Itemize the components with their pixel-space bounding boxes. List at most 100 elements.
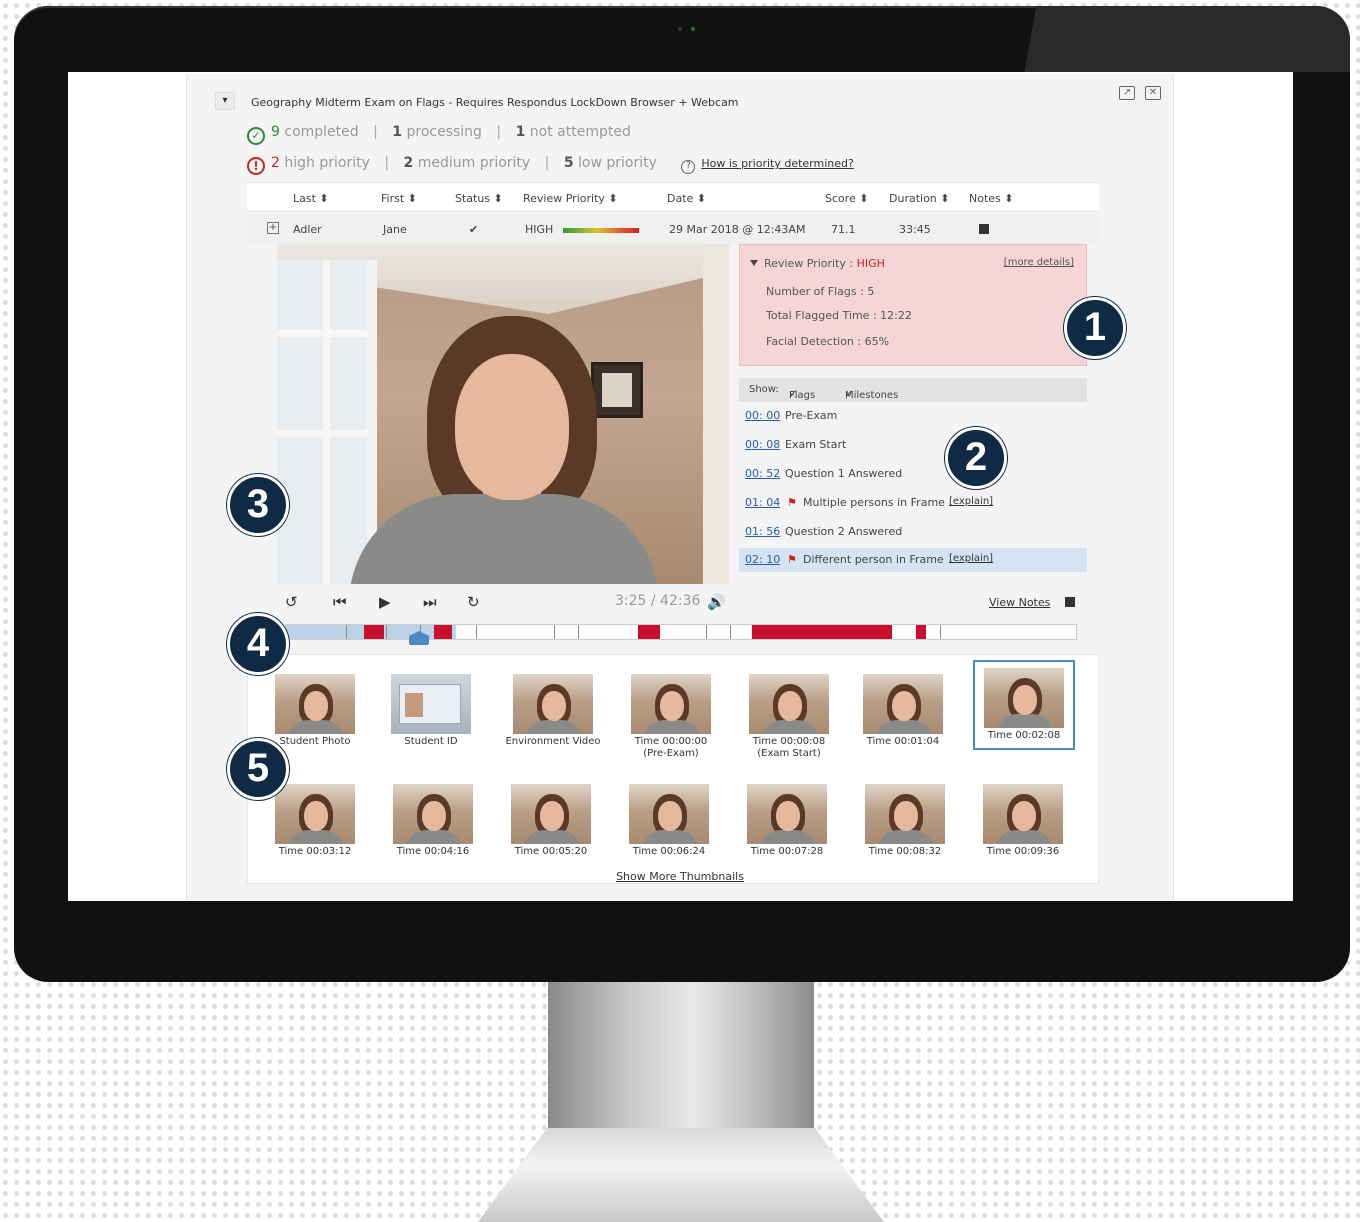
col-last[interactable]: Last ⬍ [293, 192, 329, 205]
cell-duration: 33:45 [899, 223, 931, 236]
event-time-link[interactable]: 00: 08 [745, 438, 780, 451]
low-priority-label: low priority [578, 155, 657, 171]
close-icon[interactable]: ✕ [1145, 86, 1161, 100]
completed-count: 9 [271, 124, 280, 140]
col-notes[interactable]: Notes ⬍ [969, 192, 1013, 205]
skip-back-icon[interactable]: ⏮ [333, 593, 347, 611]
callout-badge-5: 5 [227, 738, 289, 800]
thumbnail-time[interactable]: Time 00:08:32 [847, 784, 963, 858]
event-item[interactable]: 01: 56 Question 2 Answered [739, 520, 1087, 544]
callout-badge-4: 4 [227, 613, 289, 675]
col-review-priority[interactable]: Review Priority ⬍ [523, 192, 618, 205]
flag-segment[interactable] [364, 625, 384, 639]
thumbnail-label: Time 00:04:16 [396, 846, 470, 857]
proctoring-panel: ▾ Geography Midterm Exam on Flags - Requ… [186, 74, 1174, 901]
thumbnail-time[interactable]: Time 00:05:20 [493, 784, 609, 858]
priority-gradient-bar [563, 228, 639, 233]
event-item-active[interactable]: 02: 10 ⚑ Different person in Frame [expl… [739, 548, 1087, 572]
thumbnail-time[interactable]: Time 00:04:16 [375, 784, 491, 858]
event-label: Exam Start [785, 438, 847, 451]
flag-segment[interactable] [434, 625, 452, 639]
table-row[interactable]: + Adler Jane ✔ HIGH 29 Mar 2018 @ 12:43A… [247, 214, 1099, 244]
volume-icon[interactable]: 🔊 [707, 593, 726, 611]
id-card-icon [399, 684, 461, 724]
callout-badge-2: 2 [945, 427, 1007, 489]
forward-icon[interactable]: ↻ [467, 593, 480, 611]
processing-count: 1 [392, 124, 403, 140]
thumbnail-label: Environment Video [505, 736, 601, 747]
thumbnail-label: Time 00:00:08 [752, 736, 826, 747]
red-flag-icon: ⚑ [787, 553, 797, 566]
view-notes-link[interactable]: View Notes [989, 596, 1050, 609]
event-item[interactable]: 00: 52 Question 1 Answered [739, 462, 1087, 486]
collapse-triangle-icon[interactable] [750, 260, 758, 266]
not-attempted-label: not attempted [529, 124, 631, 140]
expand-row-icon[interactable]: + [267, 222, 279, 234]
thumbnail-pre-exam[interactable]: Time 00:00:00 (Pre-Exam) [613, 674, 729, 760]
status-summary: ✓ 9 completed | 1 processing | 1 not atte… [247, 124, 631, 145]
timeline-scrubber[interactable] [285, 624, 1077, 645]
flags-checkbox-label: Flags [789, 390, 816, 401]
event-time-link[interactable]: 02: 10 [745, 553, 780, 566]
popout-icon[interactable]: ↗ [1119, 86, 1135, 100]
event-time-link[interactable]: 01: 04 [745, 496, 780, 509]
thumbnail-label: Time 00:08:32 [868, 846, 942, 857]
more-details-link[interactable]: [more details] [1004, 257, 1074, 268]
explain-link[interactable]: [explain] [949, 553, 993, 564]
flag-segment[interactable] [916, 625, 926, 639]
event-label: Question 2 Answered [785, 525, 903, 538]
col-date[interactable]: Date ⬍ [667, 192, 706, 205]
flagged-time-text: Total Flagged Time : 12:22 [766, 309, 912, 322]
event-time-link[interactable]: 01: 56 [745, 525, 780, 538]
event-item[interactable]: 01: 04 ⚑ Multiple persons in Frame [expl… [739, 491, 1087, 515]
col-duration[interactable]: Duration ⬍ [889, 192, 950, 205]
event-time-link[interactable]: 00: 52 [745, 467, 780, 480]
thumbnail-label: Time 00:02:08 [987, 730, 1061, 741]
show-filter-bar: Show: ✓ Flags ✓ Milestones [739, 378, 1087, 402]
exam-title: Geography Midterm Exam on Flags - Requir… [251, 96, 739, 109]
help-icon: ? [681, 160, 696, 174]
thumbnail-environment-video[interactable]: Environment Video [495, 674, 611, 748]
processing-label: processing [406, 124, 482, 140]
monitor-gloss [1000, 6, 1350, 72]
thumbnail-sublabel: (Pre-Exam) [643, 748, 699, 759]
thumbnail-sublabel: (Exam Start) [757, 748, 821, 759]
event-item[interactable]: 00: 00 Pre-Exam [739, 404, 1087, 428]
event-item[interactable]: 00: 08 Exam Start [739, 433, 1087, 457]
flag-segment[interactable] [752, 625, 892, 639]
thumbnail-student-photo[interactable]: Student Photo [257, 674, 373, 748]
status-check-icon: ✔ [469, 223, 479, 236]
col-score[interactable]: Score ⬍ [825, 192, 869, 205]
show-label: Show: [749, 384, 779, 395]
note-icon[interactable] [979, 224, 989, 234]
thumbnail-time[interactable]: Time 00:01:04 [845, 674, 961, 748]
thumbnail-exam-start[interactable]: Time 00:00:08 (Exam Start) [731, 674, 847, 760]
medium-priority-count: 2 [403, 155, 414, 171]
flag-segment[interactable] [638, 625, 660, 639]
thumbnail-selected[interactable]: Time 00:02:08 [973, 660, 1075, 750]
collapse-toggle-button[interactable]: ▾ [215, 92, 235, 110]
explain-link[interactable]: [explain] [949, 496, 993, 507]
milestones-checkbox-label: Milestones [845, 390, 899, 401]
results-table-header: Last ⬍ First ⬍ Status ⬍ Review Priority … [247, 182, 1099, 212]
show-more-thumbnails-link[interactable]: Show More Thumbnails [187, 870, 1173, 883]
thumbnail-label: Time 00:06:24 [632, 846, 706, 857]
skip-forward-icon[interactable]: ⏭ [423, 593, 437, 611]
rewind-icon[interactable]: ↺ [285, 593, 298, 611]
completed-label: completed [284, 124, 359, 140]
cell-first: Jane [383, 223, 407, 236]
review-priority-level: HIGH [856, 257, 885, 270]
event-time-link[interactable]: 00: 00 [745, 409, 780, 422]
cell-date: 29 Mar 2018 @ 12:43AM [669, 223, 806, 236]
event-label: Multiple persons in Frame [803, 496, 945, 509]
thumbnail-student-id[interactable]: Student ID [373, 674, 489, 748]
col-first[interactable]: First ⬍ [381, 192, 417, 205]
col-status[interactable]: Status ⬍ [455, 192, 503, 205]
play-icon[interactable]: ▶ [379, 593, 391, 611]
webcam-video-player[interactable] [277, 244, 729, 584]
priority-help-link[interactable]: How is priority determined? [701, 157, 853, 170]
student-face [455, 354, 569, 500]
thumbnail-time[interactable]: Time 00:06:24 [611, 784, 727, 858]
thumbnail-time[interactable]: Time 00:09:36 [965, 784, 1081, 858]
thumbnail-time[interactable]: Time 00:07:28 [729, 784, 845, 858]
